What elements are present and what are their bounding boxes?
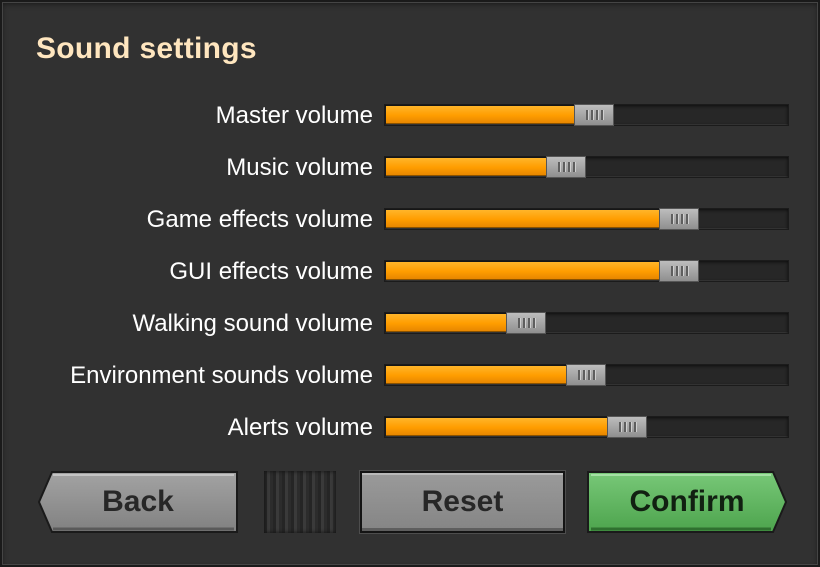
grip-line [680,266,683,276]
slider-handle[interactable] [566,364,606,386]
grip-line [527,318,530,328]
volume-slider[interactable] [384,312,789,334]
button-spacer [264,471,336,533]
grip-line [587,370,590,380]
volume-slider[interactable] [384,364,789,386]
slider-handle[interactable] [546,156,586,178]
grip-line [585,110,588,120]
grip-line [600,110,603,120]
volume-slider[interactable] [384,208,789,230]
back-button[interactable]: Back [38,471,238,533]
grip-line [685,214,688,224]
confirm-button-label: Confirm [629,485,745,518]
slider-label: Walking sound volume [132,310,373,337]
grip-line [562,162,565,172]
reset-button[interactable]: Reset [360,471,565,533]
slider-label: Master volume [215,102,373,129]
back-button-label: Back [102,485,174,518]
grip-line [675,266,678,276]
slider-label: GUI effects volume [169,258,373,285]
grip-line [618,422,621,432]
slider-fill [386,418,608,436]
slider-fill [386,314,507,332]
grip-line [675,214,678,224]
panel-title: Sound settings [36,32,257,65]
grip-line [595,110,598,120]
grip-line [628,422,631,432]
grip-line [577,370,580,380]
grip-line [670,214,673,224]
slider-row: Walking sound volume [2,306,820,342]
slider-label: Alerts volume [227,414,373,441]
slider-label: Environment sounds volume [70,362,373,389]
slider-fill [386,106,575,124]
slider-handle[interactable] [506,312,546,334]
slider-row: Master volume [2,98,820,134]
slider-row: GUI effects volume [2,254,820,290]
sound-settings-panel: Sound settings Master volume Music volume… [0,0,820,567]
slider-fill [386,262,660,280]
grip-line [623,422,626,432]
grip-line [557,162,560,172]
slider-handle[interactable] [659,208,699,230]
slider-row: Alerts volume [2,410,820,446]
grip-line [517,318,520,328]
volume-slider[interactable] [384,260,789,282]
volume-slider[interactable] [384,104,789,126]
grip-line [633,422,636,432]
slider-label: Music volume [226,154,373,181]
slider-row: Music volume [2,150,820,186]
reset-button-label: Reset [421,485,504,518]
slider-handle[interactable] [659,260,699,282]
grip-line [590,110,593,120]
grip-line [685,266,688,276]
slider-fill [386,366,567,384]
grip-line [522,318,525,328]
slider-fill [386,158,547,176]
slider-handle[interactable] [607,416,647,438]
grip-line [670,266,673,276]
volume-slider[interactable] [384,416,789,438]
grip-line [567,162,570,172]
grip-line [582,370,585,380]
grip-line [532,318,535,328]
slider-fill [386,210,660,228]
grip-line [592,370,595,380]
slider-row: Environment sounds volume [2,358,820,394]
grip-line [680,214,683,224]
volume-slider[interactable] [384,156,789,178]
slider-label: Game effects volume [146,206,373,233]
slider-handle[interactable] [574,104,614,126]
confirm-button[interactable]: Confirm [587,471,787,533]
grip-line [572,162,575,172]
slider-row: Game effects volume [2,202,820,238]
